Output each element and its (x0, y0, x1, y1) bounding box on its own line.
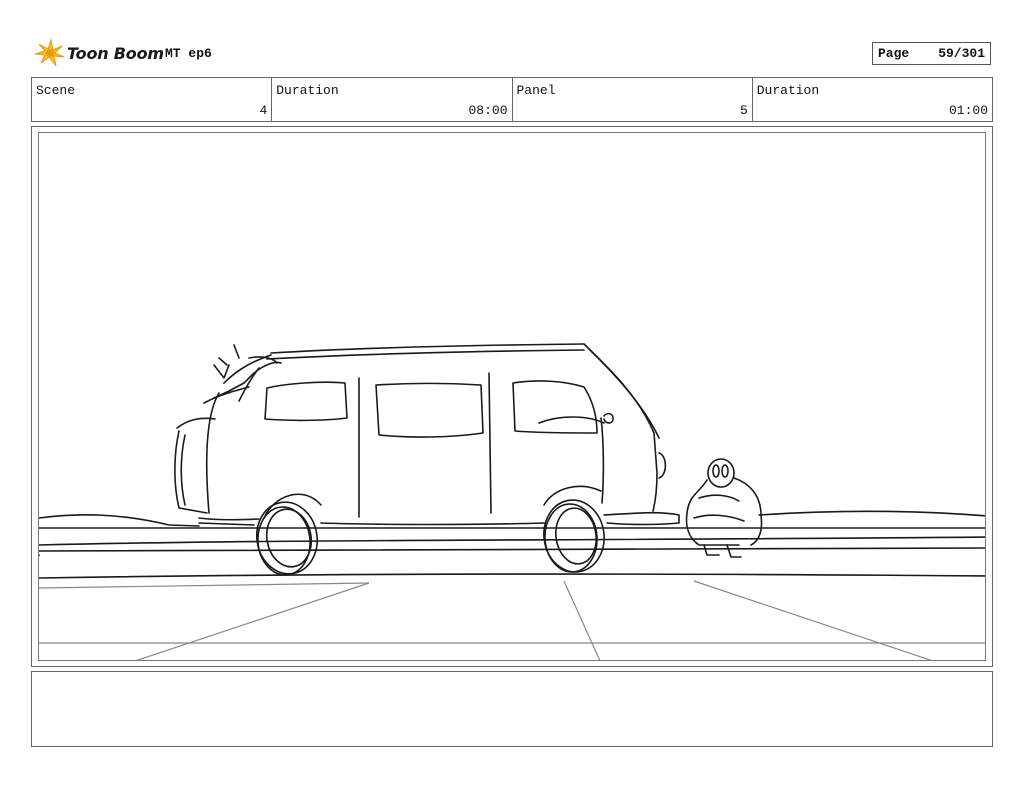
scene-cell: Scene 4 (32, 78, 273, 121)
panel-notes-box (31, 671, 993, 747)
scene-label: Scene (36, 83, 76, 98)
panel-image-area (38, 132, 986, 661)
panel-cell: Panel 5 (513, 78, 753, 121)
storyboard-panel (31, 126, 993, 667)
scene-duration-label: Duration (276, 83, 339, 98)
panel-duration-value: 01:00 (948, 103, 988, 118)
panel-label: Panel (516, 83, 556, 98)
page-counter: Page 59/301 (872, 42, 991, 65)
panel-value: 5 (739, 103, 748, 118)
starburst-logo-icon (34, 38, 65, 67)
project-title: MT ep6 (165, 46, 212, 61)
scene-value: 4 (259, 103, 268, 118)
panel-duration-label: Duration (756, 83, 820, 98)
page-label: Page (878, 46, 910, 61)
scene-duration-cell: Duration 08:00 (272, 78, 513, 121)
brand-name: Toon Boom (67, 43, 164, 63)
page-value: 59/301 (938, 46, 985, 61)
panel-duration-cell: Duration 01:00 (753, 78, 992, 121)
panel-info-row: Scene 4 Duration 08:00 Panel 5 Duration … (31, 77, 993, 122)
scene-duration-value: 08:00 (468, 103, 508, 118)
van-sketch-drawing (39, 343, 985, 660)
toon-boom-logo: Toon Boom (33, 38, 164, 68)
